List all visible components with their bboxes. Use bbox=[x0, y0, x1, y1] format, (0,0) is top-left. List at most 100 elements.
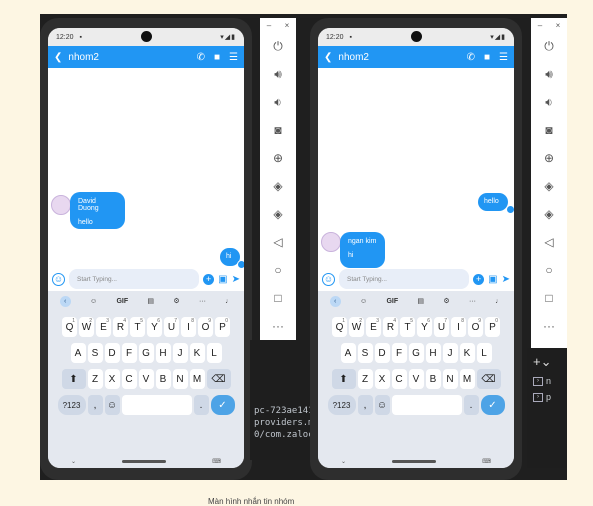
comma-key[interactable]: , bbox=[87, 395, 103, 415]
key[interactable]: K bbox=[459, 343, 475, 363]
key[interactable]: J bbox=[442, 343, 458, 363]
phone-call-icon[interactable]: ✆ bbox=[467, 52, 475, 63]
key[interactable]: T5 bbox=[400, 317, 415, 337]
back-arrow-icon[interactable]: ❮ bbox=[54, 52, 62, 63]
minimize-icon[interactable]: – bbox=[538, 21, 542, 30]
key[interactable]: D bbox=[104, 343, 120, 363]
backspace-key[interactable]: ⌫ bbox=[206, 369, 231, 389]
more-icon[interactable]: ··· bbox=[541, 318, 557, 334]
key[interactable]: K bbox=[189, 343, 205, 363]
microphone-icon[interactable]: ♩ bbox=[495, 298, 502, 305]
period-key[interactable]: . bbox=[463, 395, 479, 415]
menu-icon[interactable]: ☰ bbox=[229, 52, 238, 63]
emoji-key-icon[interactable]: ☺ bbox=[374, 395, 390, 415]
rotate-right-icon[interactable]: ◈ bbox=[541, 206, 557, 222]
key[interactable]: I8 bbox=[451, 317, 466, 337]
key[interactable]: Y6 bbox=[147, 317, 162, 337]
emoji-icon[interactable]: ☺ bbox=[322, 272, 335, 286]
more-options-icon[interactable]: ··· bbox=[469, 298, 476, 305]
nav-back-icon[interactable]: ⌄ bbox=[71, 458, 76, 465]
new-terminal-icon[interactable]: +⌄ bbox=[533, 354, 551, 370]
nav-back-icon[interactable]: ⌄ bbox=[341, 458, 346, 465]
volume-up-icon[interactable]: 🔊︎ bbox=[270, 66, 286, 82]
volume-up-icon[interactable]: 🔊︎ bbox=[541, 66, 557, 82]
camera-icon[interactable]: ◙ bbox=[270, 122, 286, 138]
emoji-icon[interactable]: ☺ bbox=[52, 272, 65, 286]
key[interactable]: O9 bbox=[468, 317, 483, 337]
key[interactable]: J bbox=[172, 343, 188, 363]
key[interactable]: Z bbox=[87, 369, 103, 389]
home-icon[interactable]: ○ bbox=[270, 262, 286, 278]
space-key[interactable] bbox=[121, 395, 192, 415]
key[interactable]: B bbox=[425, 369, 441, 389]
close-icon[interactable]: × bbox=[285, 21, 290, 30]
space-key[interactable] bbox=[391, 395, 462, 415]
comma-key[interactable]: , bbox=[357, 395, 373, 415]
settings-icon[interactable]: ⚙ bbox=[173, 297, 179, 305]
settings-icon[interactable]: ⚙ bbox=[443, 297, 449, 305]
received-message-bubble[interactable]: ngan kim hi bbox=[340, 232, 385, 268]
message-list[interactable]: David Duong hello hi bbox=[48, 68, 244, 269]
power-icon[interactable]: ⏻ bbox=[270, 38, 286, 54]
video-call-icon[interactable]: ■ bbox=[484, 52, 490, 63]
emoji-key-icon[interactable]: ☺ bbox=[104, 395, 120, 415]
backspace-key[interactable]: ⌫ bbox=[476, 369, 501, 389]
key[interactable]: X bbox=[104, 369, 120, 389]
home-handle[interactable] bbox=[122, 459, 167, 463]
more-icon[interactable]: ··· bbox=[270, 318, 286, 334]
key[interactable]: A bbox=[70, 343, 86, 363]
terminal-list-item[interactable]: › p bbox=[533, 392, 551, 402]
key[interactable]: Z bbox=[357, 369, 373, 389]
shift-key[interactable]: ⬆ bbox=[331, 369, 356, 389]
key[interactable]: T5 bbox=[130, 317, 145, 337]
key[interactable]: V bbox=[408, 369, 424, 389]
shift-key[interactable]: ⬆ bbox=[61, 369, 86, 389]
period-key[interactable]: . bbox=[193, 395, 209, 415]
back-arrow-icon[interactable]: ❮ bbox=[324, 52, 332, 63]
key[interactable]: X bbox=[374, 369, 390, 389]
key[interactable]: N bbox=[172, 369, 188, 389]
key[interactable]: U7 bbox=[164, 317, 179, 337]
key[interactable]: H bbox=[155, 343, 171, 363]
key[interactable]: M bbox=[189, 369, 205, 389]
microphone-icon[interactable]: ♩ bbox=[225, 298, 232, 305]
key[interactable]: W2 bbox=[349, 317, 364, 337]
send-icon[interactable]: ➤ bbox=[502, 274, 510, 285]
send-icon[interactable]: ➤ bbox=[232, 274, 240, 285]
gif-button[interactable]: GIF bbox=[386, 298, 398, 305]
keyboard-switch-icon[interactable]: ⌨ bbox=[212, 458, 221, 465]
sent-message-bubble[interactable]: hello bbox=[478, 193, 508, 211]
key[interactable]: U7 bbox=[434, 317, 449, 337]
camera-icon[interactable]: ◙ bbox=[541, 122, 557, 138]
clipboard-icon[interactable]: ▤ bbox=[147, 297, 154, 305]
message-input[interactable]: Start Typing... bbox=[69, 269, 200, 289]
minimize-icon[interactable]: – bbox=[267, 21, 271, 30]
key[interactable]: G bbox=[138, 343, 154, 363]
key[interactable]: I8 bbox=[181, 317, 196, 337]
image-icon[interactable]: ▣ bbox=[218, 274, 227, 285]
message-list[interactable]: hello ngan kim hi bbox=[318, 68, 514, 268]
key[interactable]: E3 bbox=[366, 317, 381, 337]
zoom-icon[interactable]: ⊕ bbox=[541, 150, 557, 166]
key[interactable]: G bbox=[408, 343, 424, 363]
key[interactable]: P0 bbox=[485, 317, 500, 337]
zoom-icon[interactable]: ⊕ bbox=[270, 150, 286, 166]
clipboard-icon[interactable]: ▤ bbox=[417, 297, 424, 305]
key[interactable]: Q1 bbox=[332, 317, 347, 337]
image-icon[interactable]: ▣ bbox=[488, 274, 497, 285]
received-message-bubble[interactable]: David Duong hello bbox=[70, 192, 125, 229]
key[interactable]: O9 bbox=[198, 317, 213, 337]
symbols-key[interactable]: ?123 bbox=[327, 395, 356, 415]
message-input[interactable]: Start Typing... bbox=[339, 269, 470, 289]
key[interactable]: D bbox=[374, 343, 390, 363]
key[interactable]: N bbox=[442, 369, 458, 389]
overview-icon[interactable]: □ bbox=[270, 290, 286, 306]
key[interactable]: C bbox=[121, 369, 137, 389]
collapse-icon[interactable]: ‹ bbox=[329, 295, 341, 307]
add-icon[interactable]: + bbox=[473, 273, 485, 285]
rotate-left-icon[interactable]: ◈ bbox=[270, 178, 286, 194]
key[interactable]: M bbox=[459, 369, 475, 389]
collapse-icon[interactable]: ‹ bbox=[59, 295, 71, 307]
enter-key[interactable]: ✓ bbox=[480, 395, 505, 415]
key[interactable]: L bbox=[206, 343, 222, 363]
